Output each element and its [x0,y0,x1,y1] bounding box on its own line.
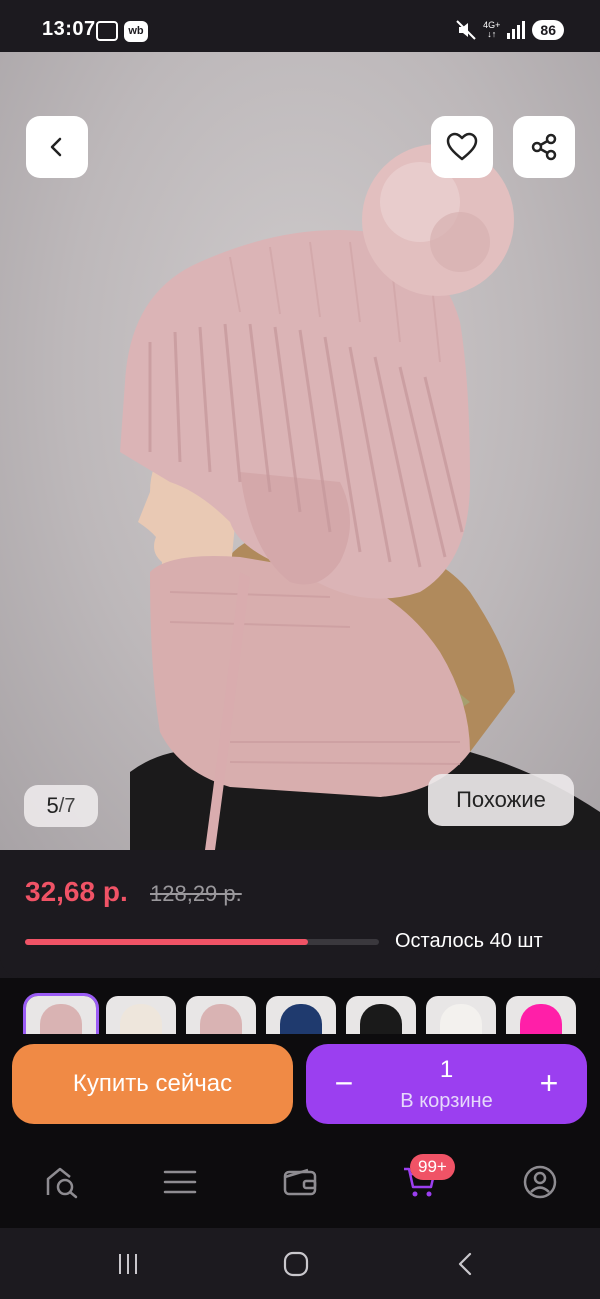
current-price: 32,68 р. [25,876,128,907]
share-icon [531,133,557,161]
wallet-icon [283,1168,317,1196]
back-icon [458,1252,472,1276]
color-variant-thumbnail [520,1004,562,1034]
home-icon [283,1251,309,1277]
nav-profile[interactable] [518,1160,562,1204]
image-current: 5 [46,793,59,818]
signal-icon [507,21,526,39]
color-variant[interactable] [346,996,416,1034]
system-back-button[interactable] [446,1248,486,1280]
chevron-left-icon [50,137,62,157]
cart-badge: 99+ [410,1154,455,1180]
recent-apps-icon [119,1254,137,1274]
color-variant[interactable] [186,996,256,1034]
battery-indicator: 86 [532,20,564,40]
product-photo [120,144,600,850]
status-bar: 13:07 wb 4G+ ↓↑ 86 [0,0,600,52]
favorite-button[interactable] [431,116,493,178]
color-variant-thumbnail [200,1004,242,1034]
home-button[interactable] [276,1248,316,1280]
recent-apps-button[interactable] [108,1248,148,1280]
color-variants [0,978,600,1034]
color-variant[interactable] [506,996,576,1034]
cart-quantity-control: − 1 В корзине + [306,1044,587,1124]
network-label: 4G+ [483,20,501,30]
old-price: 128,29 р. [150,881,242,906]
product-image[interactable]: 5 / 7 Похожие [0,52,600,850]
status-indicators: 4G+ ↓↑ 86 [455,19,564,41]
color-variant[interactable] [106,996,176,1034]
home-search-icon [46,1167,78,1199]
nav-home[interactable] [40,1160,84,1204]
color-variant-thumbnail [280,1004,322,1034]
color-variant-thumbnail [40,1004,82,1034]
color-variant-thumbnail [440,1004,482,1034]
color-variant[interactable] [23,993,99,1034]
system-nav [0,1228,600,1299]
color-variant-thumbnail [120,1004,162,1034]
similar-button[interactable]: Похожие [428,774,574,826]
network-indicator: 4G+ ↓↑ [483,20,501,39]
buy-now-button[interactable]: Купить сейчас [12,1044,293,1124]
profile-icon [523,1165,557,1199]
stock-remaining: Осталось 40 шт [395,930,543,952]
screenshot-icon [96,21,118,41]
catalog-menu-icon [163,1170,197,1194]
stock-progress-fill [25,939,309,945]
share-button[interactable] [513,116,575,178]
status-time: 13:07 [42,18,96,40]
back-button[interactable] [26,116,88,178]
image-total: 7 [64,794,76,817]
increase-quantity-button[interactable]: + [531,1066,567,1102]
image-counter: 5 / 7 [24,785,98,827]
wb-app-badge: wb [124,21,148,42]
mute-icon [456,20,476,40]
color-variant[interactable] [426,996,496,1034]
nav-catalog[interactable] [158,1160,202,1204]
stock-progress-bar [25,939,379,945]
bottom-nav: 99+ [0,1138,600,1228]
color-variant-thumbnail [360,1004,402,1034]
nav-wallet[interactable] [278,1160,322,1204]
action-bar: Купить сейчас − 1 В корзине + [0,1034,600,1138]
color-variant[interactable] [266,996,336,1034]
price-card: 32,68 р. 128,29 р. Осталось 40 шт [0,850,600,978]
heart-icon [446,132,478,161]
